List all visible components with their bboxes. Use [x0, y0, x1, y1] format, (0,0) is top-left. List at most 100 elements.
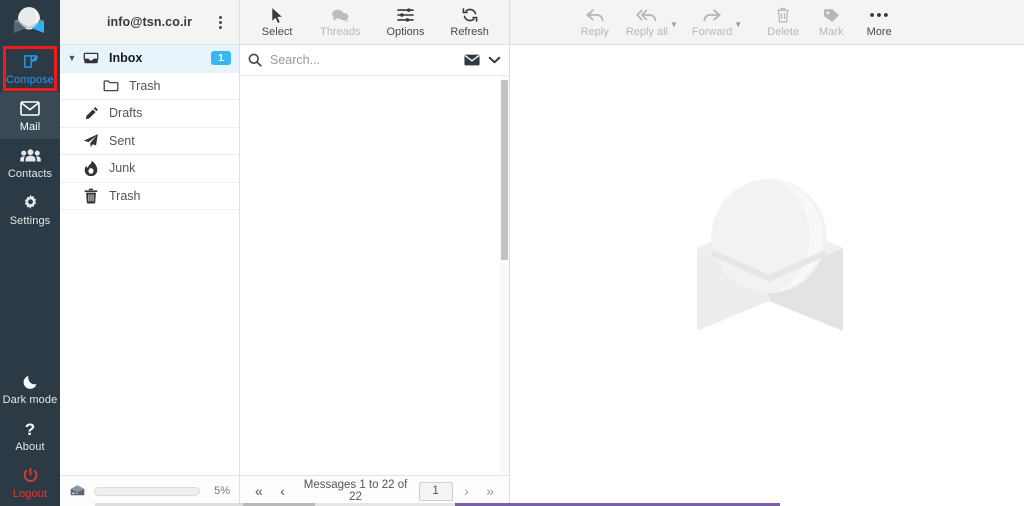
threads-button[interactable]: Threads: [320, 6, 360, 38]
message-actions-toolbar: Reply Reply all ▼ Forward ▼ Delete Mark …: [510, 0, 1024, 45]
taskbar-item-contacts[interactable]: Contacts: [0, 139, 60, 186]
select-button[interactable]: Select: [260, 6, 294, 38]
folder-item-inbox[interactable]: ▼ Inbox 1: [60, 45, 239, 73]
taskbar-item-dark-mode-label: Dark mode: [2, 393, 58, 406]
quota-indicator[interactable]: 5%: [60, 475, 239, 506]
pager-next-page-button[interactable]: ›: [457, 484, 477, 498]
taskbar: Compose Mail Contacts Settings Dark mode…: [0, 0, 60, 506]
roundcube-cube-logo-icon: [10, 6, 50, 40]
folder-list: ▼ Inbox 1 Trash Drafts Sent Junk Trash: [60, 45, 239, 475]
message-list-toolbar: Select Threads Options Refresh: [240, 0, 509, 45]
pencil-icon: [80, 106, 102, 121]
taskbar-item-logout[interactable]: Logout: [0, 459, 60, 506]
speech-bubbles-icon: [331, 6, 349, 24]
forward-chevron-down-icon[interactable]: ▼: [734, 20, 742, 29]
forward-arrow-icon: [703, 6, 721, 24]
envelope-icon: [20, 99, 40, 119]
delete-button[interactable]: Delete: [766, 6, 800, 38]
search-scope-envelope-icon[interactable]: [464, 54, 480, 66]
tag-label-icon: [823, 6, 840, 24]
taskbar-item-settings-label: Settings: [9, 214, 51, 227]
reply-all-button-label: Reply all: [625, 26, 668, 38]
folder-item-trash[interactable]: Trash: [60, 183, 239, 210]
search-input[interactable]: [270, 53, 456, 67]
reply-arrow-icon: [586, 6, 604, 24]
message-list-body[interactable]: · ··· ··: [240, 76, 509, 475]
question-mark-icon: ?: [23, 419, 37, 439]
folder-icon: [100, 79, 122, 92]
message-list-pane: Select Threads Options Refresh Search...…: [240, 0, 510, 506]
reply-group: Reply: [578, 6, 612, 38]
taskbar-item-mail-label: Mail: [19, 120, 41, 133]
mark-button-label: Mark: [818, 26, 844, 38]
trash-can-icon: [776, 6, 790, 24]
options-button-label: Options: [386, 26, 425, 38]
folder-item-sent[interactable]: Sent: [60, 128, 239, 155]
roundcube-cube-watermark-icon: [683, 176, 861, 346]
delete-button-label: Delete: [767, 26, 800, 38]
folder-item-inbox-label: Inbox: [109, 51, 143, 66]
taskbar-item-settings[interactable]: Settings: [0, 186, 60, 233]
refresh-button[interactable]: Refresh: [450, 6, 489, 38]
folder-item-junk-label: Junk: [109, 161, 136, 176]
app-logo[interactable]: [0, 0, 60, 45]
pager-prev-page-button[interactable]: ‹: [273, 484, 293, 498]
quota-percent-label: 5%: [214, 485, 230, 497]
pager-page-input[interactable]: [418, 481, 453, 501]
taskbar-item-dark-mode[interactable]: Dark mode: [0, 365, 60, 412]
taskbar-item-compose[interactable]: Compose: [0, 45, 60, 92]
compose-pencil-square-icon: [22, 52, 39, 72]
message-list-placeholder-row: · ··· ··: [262, 84, 487, 94]
account-email: info@tsn.co.ir: [106, 15, 193, 29]
options-button[interactable]: Options: [386, 6, 424, 38]
search-dropdown-chevron-down-icon[interactable]: [488, 55, 501, 65]
taskbar-secondary-list: Dark mode ? About Logout: [0, 365, 60, 506]
kebab-menu-icon[interactable]: [213, 14, 227, 30]
folder-item-drafts[interactable]: Drafts: [60, 100, 239, 128]
folder-unread-badge: 1: [211, 51, 231, 66]
account-header: info@tsn.co.ir: [60, 0, 239, 45]
fire-icon: [80, 160, 102, 177]
more-button-label: More: [866, 26, 892, 38]
reply-all-chevron-down-icon[interactable]: ▼: [670, 20, 678, 29]
forward-group: Forward ▼: [692, 6, 742, 38]
folder-item-junk[interactable]: Junk: [60, 155, 239, 183]
database-disk-icon: [69, 484, 86, 498]
folder-item-inbox-trash-label: Trash: [129, 78, 161, 93]
folder-item-trash-label: Trash: [109, 188, 141, 203]
select-button-label: Select: [261, 26, 293, 38]
folder-item-drafts-label: Drafts: [109, 106, 143, 121]
message-list-scrollbar[interactable]: [500, 76, 509, 475]
pager-first-page-button[interactable]: «: [249, 484, 269, 498]
reply-all-group: Reply all ▼: [626, 6, 678, 38]
refresh-arrows-icon: [462, 6, 478, 24]
scrollbar-thumb[interactable]: [501, 80, 508, 260]
chevron-down-icon[interactable]: ▼: [64, 53, 80, 63]
threads-button-label: Threads: [320, 26, 361, 38]
folder-item-inbox-trash[interactable]: Trash: [60, 73, 239, 100]
pager-last-page-button[interactable]: »: [480, 484, 500, 498]
reply-all-button[interactable]: Reply all: [626, 6, 668, 38]
taskbar-item-mail[interactable]: Mail: [0, 92, 60, 139]
taskbar-item-compose-label: Compose: [6, 73, 54, 86]
taskbar-item-about[interactable]: ? About: [0, 412, 60, 459]
gear-icon: [22, 193, 39, 213]
reply-button[interactable]: Reply: [578, 6, 612, 38]
more-button[interactable]: More: [862, 6, 896, 38]
taskbar-primary-list: Compose Mail Contacts Settings: [0, 45, 60, 233]
svg-text:?: ?: [25, 420, 35, 438]
message-preview-pane: Reply Reply all ▼ Forward ▼ Delete Mark …: [510, 0, 1024, 506]
mark-button[interactable]: Mark: [814, 6, 848, 38]
power-off-icon: [22, 466, 39, 486]
reply-all-arrows-icon: [636, 6, 657, 24]
forward-button-label: Forward: [691, 26, 733, 38]
trash-can-icon: [80, 188, 102, 204]
folder-sidebar: info@tsn.co.ir ▼ Inbox 1 Trash Drafts Se…: [60, 0, 240, 506]
search-bar[interactable]: [240, 45, 509, 76]
search-magnifier-icon: [248, 53, 262, 67]
taskbar-item-contacts-label: Contacts: [7, 167, 53, 180]
forward-button[interactable]: Forward: [692, 6, 732, 38]
taskbar-item-logout-label: Logout: [12, 487, 48, 500]
users-group-icon: [19, 146, 41, 166]
moon-icon: [22, 372, 39, 392]
